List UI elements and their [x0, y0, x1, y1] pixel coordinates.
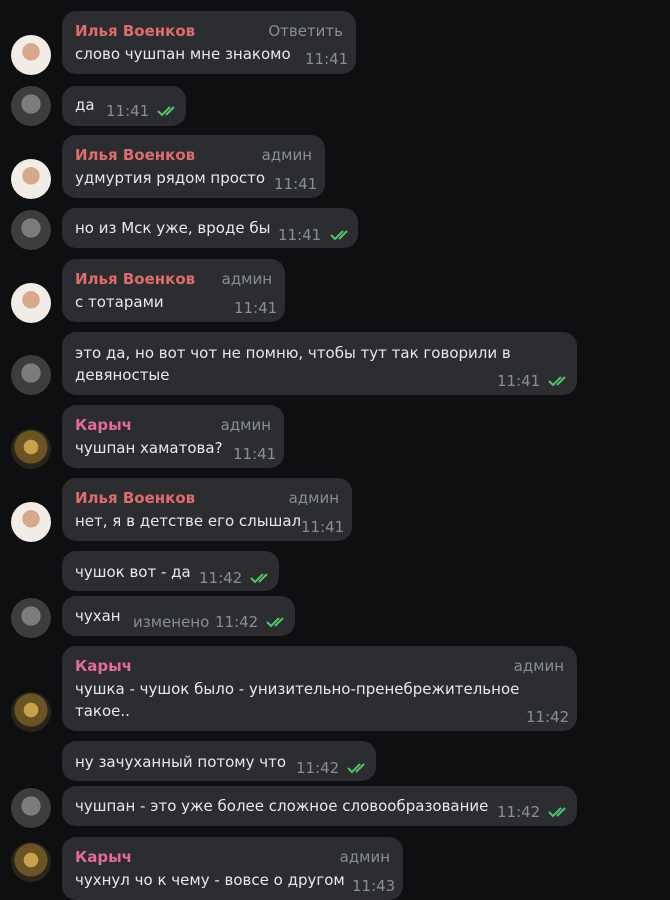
message-time: 11:42: [526, 708, 570, 726]
message-bubble[interactable]: чушпан - это уже более сложное словообра…: [62, 786, 577, 826]
avatar[interactable]: [11, 502, 51, 542]
message-bubble[interactable]: Карыч админ чухнул чо к чему - вовсе о д…: [62, 837, 403, 900]
sender-name[interactable]: Илья Военков: [75, 146, 195, 164]
message-bubble[interactable]: Илья Военков админ нет, я в детстве его …: [62, 478, 352, 541]
admin-badge: админ: [339, 848, 390, 866]
message-bubble[interactable]: Илья Военков админ удмуртия рядом просто…: [62, 135, 325, 198]
message-text: чушок вот - да: [75, 563, 191, 581]
read-check-icon: [330, 230, 348, 241]
avatar[interactable]: [11, 842, 51, 882]
message-time: 11:41: [234, 299, 278, 317]
message-bubble[interactable]: Карыч админ чушпан хаматова? 11:41: [62, 405, 284, 468]
message-bubble[interactable]: чушок вот - да 11:42: [62, 551, 279, 591]
sender-name[interactable]: Илья Военков: [75, 489, 195, 507]
message-time: 11:41: [301, 518, 345, 536]
sender-name[interactable]: Илья Военков: [75, 270, 195, 288]
avatar[interactable]: [11, 692, 51, 732]
message-text: это да, но вот чот не помню, чтобы тут т…: [75, 344, 511, 362]
admin-badge: админ: [513, 657, 564, 675]
read-check-icon: [266, 617, 284, 628]
message-time: 11:41: [305, 50, 349, 68]
message-time: 11:42: [215, 613, 259, 631]
message-bubble[interactable]: Илья Военков админ с тотарами 11:41: [62, 259, 285, 322]
message-text: чушпан хаматова?: [75, 439, 223, 457]
read-check-icon: [250, 573, 268, 584]
sender-name[interactable]: Карыч: [75, 848, 132, 866]
message-bubble[interactable]: да 11:41: [62, 86, 186, 126]
avatar[interactable]: [11, 35, 51, 75]
sender-name[interactable]: Карыч: [75, 657, 132, 675]
avatar[interactable]: [11, 283, 51, 323]
edited-label: изменено: [133, 613, 210, 631]
message-text: ну зачуханный потому что: [75, 753, 287, 771]
message-text: удмуртия рядом просто: [75, 169, 266, 187]
message-text: нет, я в детстве его слышал: [75, 512, 302, 530]
admin-badge: админ: [288, 489, 339, 507]
message-time: 11:41: [278, 226, 322, 244]
read-check-icon: [548, 376, 566, 387]
message-bubble[interactable]: ну зачуханный потому что 11:42: [62, 741, 376, 781]
admin-badge: админ: [221, 270, 272, 288]
avatar[interactable]: [11, 598, 51, 638]
avatar[interactable]: [11, 159, 51, 199]
message-time: 11:42: [199, 569, 243, 587]
message-text: такое..: [75, 702, 130, 720]
reply-label[interactable]: Ответить: [268, 22, 343, 40]
message-text: чухнул чо к чему - вовсе о другом: [75, 871, 345, 889]
message-bubble[interactable]: Карыч админ чушка - чушок было - унизите…: [62, 646, 577, 731]
message-bubble[interactable]: Илья Военков Ответить слово чушпан мне з…: [62, 11, 356, 74]
read-check-icon: [548, 807, 566, 818]
avatar[interactable]: [11, 788, 51, 828]
message-text: чушка - чушок было - унизительно-пренебр…: [75, 680, 520, 698]
message-bubble[interactable]: это да, но вот чот не помню, чтобы тут т…: [62, 332, 577, 395]
message-time: 11:41: [233, 445, 277, 463]
message-time: 11:42: [497, 803, 541, 821]
avatar[interactable]: [11, 429, 51, 469]
message-time: 11:43: [352, 877, 396, 895]
admin-badge: админ: [261, 146, 312, 164]
message-time: 11:41: [274, 175, 318, 193]
avatar[interactable]: [11, 355, 51, 395]
message-bubble[interactable]: но из Мск уже, вроде бы 11:41: [62, 208, 358, 248]
message-text: девяностые: [75, 366, 170, 384]
message-time: 11:41: [497, 372, 541, 390]
sender-name[interactable]: Илья Военков: [75, 22, 195, 40]
message-text: с тотарами: [75, 293, 164, 311]
message-time: 11:41: [106, 102, 150, 120]
avatar[interactable]: [11, 210, 51, 250]
message-text: но из Мск уже, вроде бы: [75, 219, 271, 237]
read-check-icon: [157, 106, 175, 117]
admin-badge: админ: [220, 416, 271, 434]
message-text: чухан: [75, 607, 121, 625]
message-text: да: [75, 96, 95, 114]
message-text: слово чушпан мне знакомо: [75, 45, 291, 63]
avatar[interactable]: [11, 86, 51, 126]
message-text: чушпан - это уже более сложное словообра…: [75, 797, 489, 815]
message-bubble[interactable]: чухан изменено 11:42: [62, 596, 295, 636]
message-time: 11:42: [296, 759, 340, 777]
sender-name[interactable]: Карыч: [75, 416, 132, 434]
read-check-icon: [347, 763, 365, 774]
